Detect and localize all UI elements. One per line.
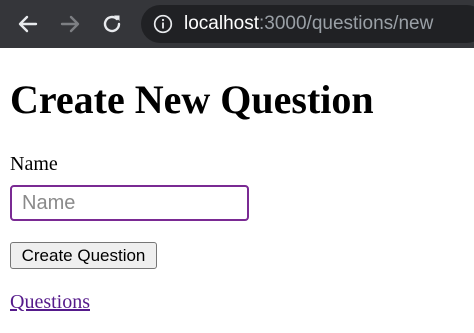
create-question-button[interactable]: Create Question xyxy=(10,242,157,269)
reload-button[interactable] xyxy=(99,11,125,37)
back-button[interactable] xyxy=(15,11,41,37)
arrow-left-icon xyxy=(18,15,38,33)
url-host: localhost xyxy=(184,13,259,34)
name-label: Name xyxy=(10,153,58,175)
address-bar[interactable]: localhost:3000/questions/new xyxy=(141,5,474,43)
name-input[interactable] xyxy=(10,185,249,221)
browser-toolbar: localhost:3000/questions/new xyxy=(0,0,474,48)
arrow-right-icon xyxy=(60,15,80,33)
reload-icon xyxy=(103,15,121,33)
forward-button[interactable] xyxy=(57,11,83,37)
page-title: Create New Question xyxy=(10,77,374,122)
url-text[interactable]: localhost:3000/questions/new xyxy=(184,12,433,36)
url-path: :3000/questions/new xyxy=(259,13,434,34)
info-icon[interactable] xyxy=(153,14,173,34)
questions-link[interactable]: Questions xyxy=(10,290,90,314)
